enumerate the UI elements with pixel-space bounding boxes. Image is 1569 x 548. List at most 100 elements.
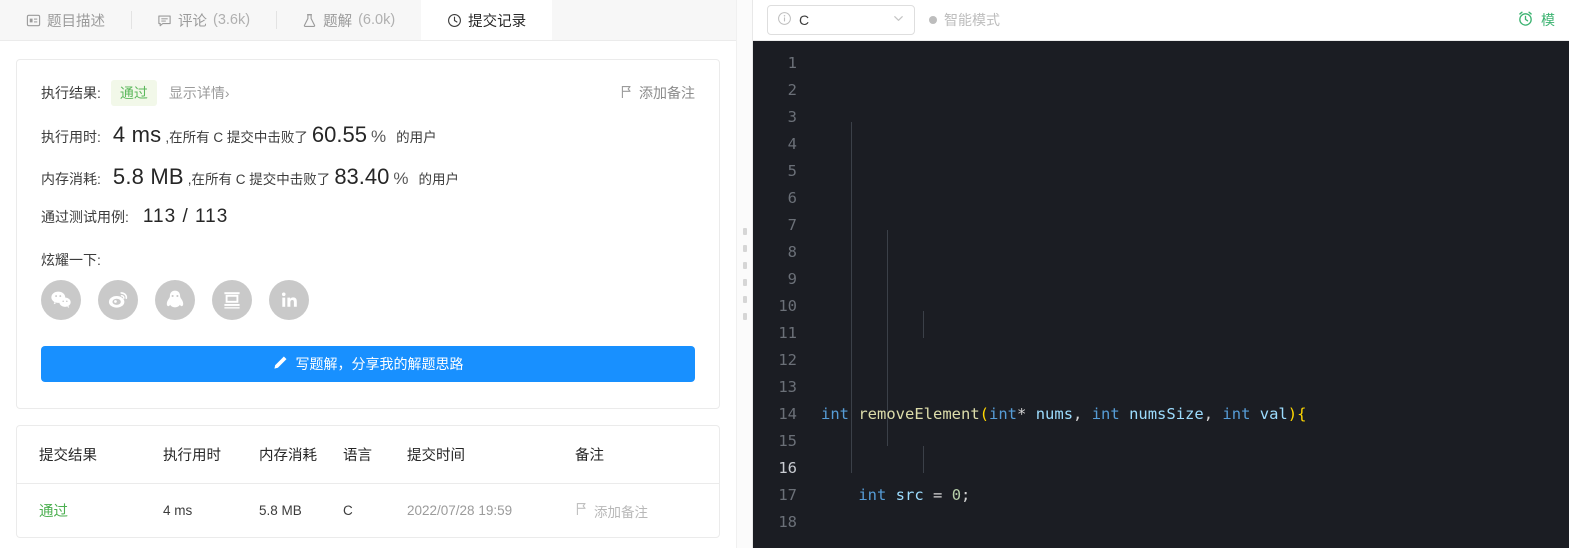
clock-icon [447,13,462,28]
submissions-table-element: 提交结果 执行用时 内存消耗 语言 提交时间 备注 通过 4 ms 5.8 MB [17,426,719,537]
app-root: 题目描述 评论 (3.6k) 题解 (6.0k) 提交记录 添加备注 执行结果:… [0,0,1569,548]
memory-percentile: 83.40 [334,164,390,189]
code-editor[interactable]: 1 2 3 4 5 6 7 8 9 10 11 12 13 14 15 16 1… [753,41,1569,548]
editor-toolbar: C 智能模式 模 [753,0,1569,41]
timer-button[interactable]: 模 [1517,10,1555,30]
chevron-down-icon [892,12,905,28]
tab-count: (6.0k) [358,12,396,28]
code-line[interactable] [809,320,1569,347]
cell-result[interactable]: 通过 [17,484,163,538]
result-row: 执行结果: 通过 显示详情› [41,80,695,106]
write-solution-button[interactable]: 写题解，分享我的解题思路 [41,346,695,382]
comment-icon [157,13,172,28]
left-panel: 题目描述 评论 (3.6k) 题解 (6.0k) 提交记录 添加备注 执行结果:… [0,0,736,548]
line-number-gutter: 1 2 3 4 5 6 7 8 9 10 11 12 13 14 15 16 1… [753,41,809,548]
line-number: 9 [787,270,797,288]
header-time: 提交时间 [407,426,575,484]
timer-label: 模 [1541,12,1555,28]
tab-count: (3.6k) [213,12,251,28]
share-label: 炫耀一下: [41,252,101,268]
line-number: 18 [778,513,797,531]
panel-splitter[interactable] [736,0,753,548]
submissions-table: 提交结果 执行用时 内存消耗 语言 提交时间 备注 通过 4 ms 5.8 MB [16,425,720,538]
flask-icon [302,13,317,28]
write-solution-label: 写题解，分享我的解题思路 [295,356,464,372]
line-number: 8 [787,243,797,261]
header-result: 提交结果 [17,426,163,484]
info-circle-icon [777,11,792,29]
tab-comments[interactable]: 评论 (3.6k) [131,0,276,40]
testcase-row: 通过测试用例: 113 / 113 [41,206,695,228]
tab-label: 提交记录 [468,13,527,30]
qq-icon[interactable] [155,280,195,320]
tab-description[interactable]: 题目描述 [0,0,131,40]
tab-label: 评论 [178,13,207,30]
line-number: 17 [778,486,797,504]
header-note: 备注 [575,426,719,484]
percent-sign: % [393,169,409,188]
line-number-active: 16 [778,459,797,477]
show-detail-link[interactable]: 显示详情› [169,83,230,103]
cell-language: C [343,503,353,518]
wechat-icon[interactable] [41,280,81,320]
row-add-note-button[interactable]: 添加备注 [575,501,648,521]
indent-guide [923,446,924,473]
social-buttons [41,280,695,320]
language-select[interactable]: C [767,5,915,35]
code-line[interactable]: int src = 0; [809,482,1569,509]
memory-value: 5.8 MB [112,164,184,189]
add-note-button[interactable]: 添加备注 [620,83,695,103]
flag-icon [620,85,633,102]
smart-mode-label: 智能模式 [944,12,1000,28]
result-label: 执行结果: [41,85,101,101]
douban-icon[interactable] [212,280,252,320]
splitter-dot [742,313,747,320]
flag-icon [575,502,588,519]
table-body: 通过 4 ms 5.8 MB C 2022/07/28 19:59 添加备注 [17,484,719,538]
runtime-percentile: 60.55 [311,122,367,147]
smart-mode-toggle[interactable]: 智能模式 [929,10,1000,30]
header-language: 语言 [343,426,407,484]
line-number: 10 [778,297,797,315]
cell-note[interactable]: 添加备注 [575,484,719,538]
splitter-dot [742,245,747,252]
splitter-dot [742,228,747,235]
table-head: 提交结果 执行用时 内存消耗 语言 提交时间 备注 [17,426,719,484]
description-icon [26,13,41,28]
chevron-right-icon: › [224,85,230,101]
weibo-icon[interactable] [98,280,138,320]
show-detail-label: 显示详情 [168,85,225,101]
runtime-mid-text: ,在所有 C 提交中击败了 [165,130,308,145]
cell-time: 2022/07/28 19:59 [407,503,513,518]
percent-sign: % [370,127,387,146]
line-number: 3 [787,108,797,126]
line-number: 2 [787,81,797,99]
share-section: 炫耀一下: [41,250,695,320]
tab-bar: 题目描述 评论 (3.6k) 题解 (6.0k) 提交记录 [0,0,736,41]
status-dot-icon [929,16,937,24]
memory-suffix: 的用户 [418,172,460,187]
tab-label: 题目描述 [47,13,105,30]
code-line[interactable] [809,239,1569,266]
tab-solutions[interactable]: 题解 (6.0k) [276,0,421,40]
tab-submissions[interactable]: 提交记录 [421,0,553,40]
table-row[interactable]: 通过 4 ms 5.8 MB C 2022/07/28 19:59 添加备注 [17,484,719,538]
runtime-value: 4 ms [112,122,162,147]
header-runtime: 执行用时 [163,426,259,484]
runtime-label: 执行用时: [41,129,101,145]
line-number: 12 [778,351,797,369]
line-number: 6 [787,189,797,207]
splitter-dot [742,296,747,303]
cell-memory: 5.8 MB [259,503,302,518]
testcase-value: 113 / 113 [142,206,229,227]
memory-mid-text: ,在所有 C 提交中击败了 [187,172,331,187]
cell-runtime: 4 ms [163,503,193,518]
code-content[interactable]: int removeElement(int* nums, int numsSiz… [809,41,1569,548]
editor-panel: C 智能模式 模 1 2 3 4 5 6 7 8 9 10 11 12 13 1… [753,0,1569,548]
line-number: 7 [787,216,797,234]
linkedin-icon[interactable] [269,280,309,320]
line-number: 14 [778,405,797,423]
status-badge: 通过 [110,80,157,106]
memory-label: 内存消耗: [41,171,101,187]
code-line[interactable]: int removeElement(int* nums, int numsSiz… [809,401,1569,428]
